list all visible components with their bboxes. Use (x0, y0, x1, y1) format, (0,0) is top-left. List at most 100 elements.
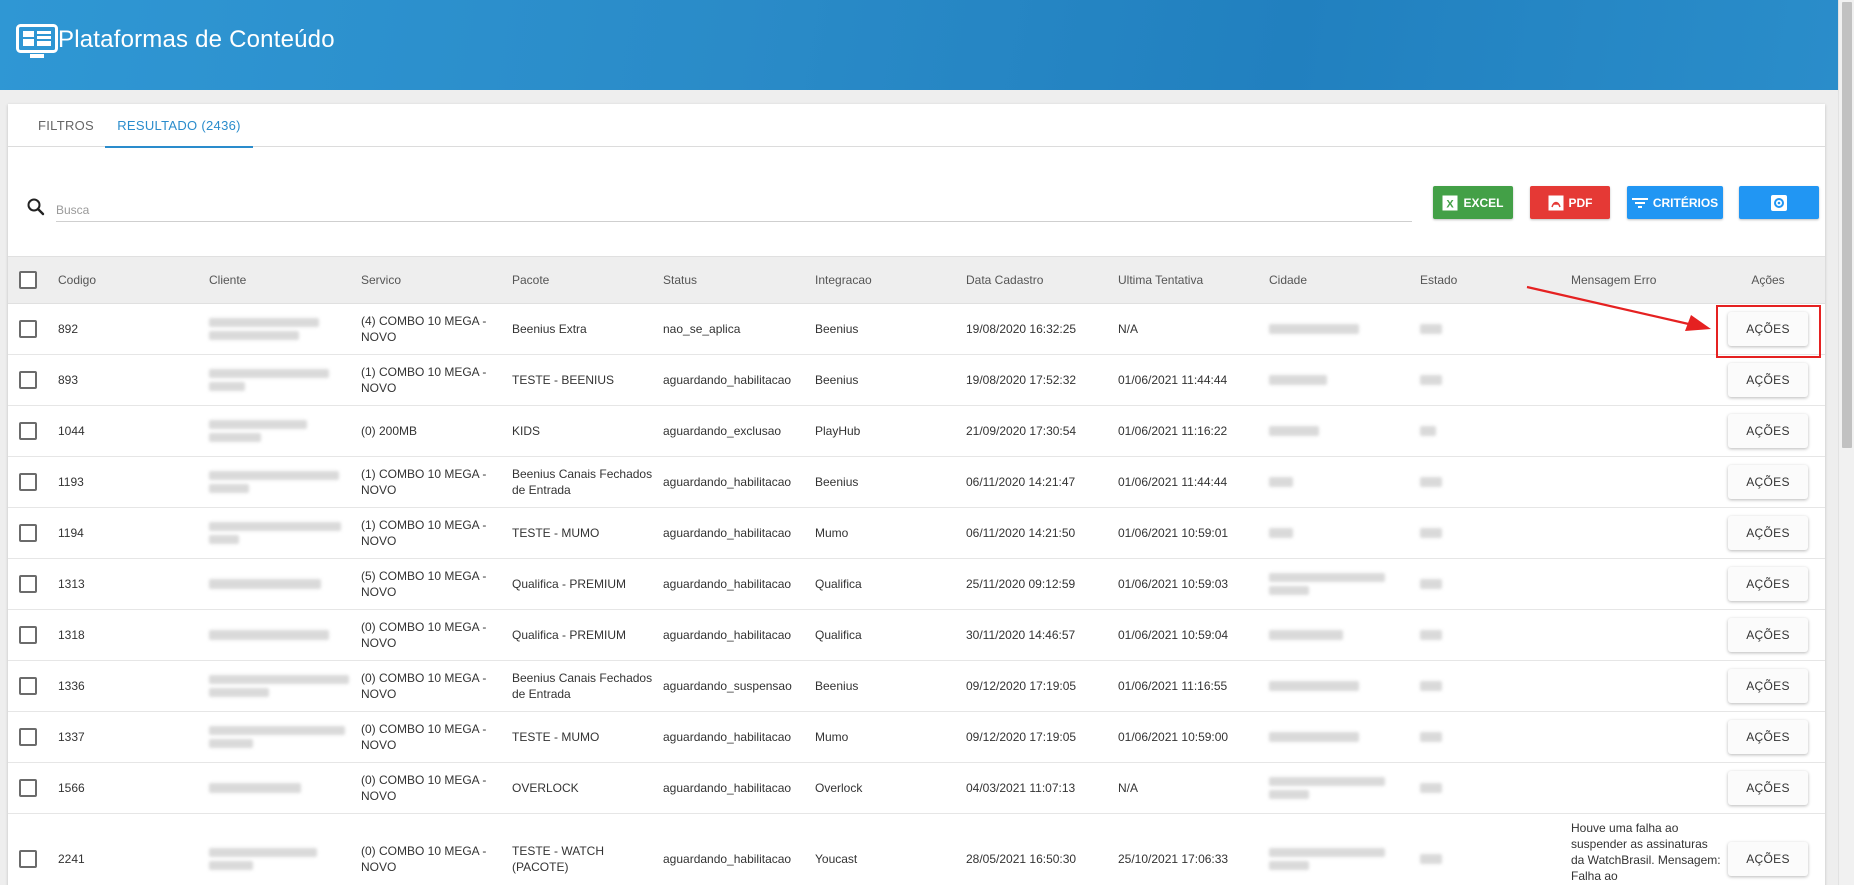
row-checkbox[interactable] (19, 473, 37, 491)
excel-label: EXCEL (1463, 195, 1504, 210)
cell-servico: (0) COMBO 10 MEGA - NOVO (361, 722, 487, 752)
search-input[interactable] (56, 198, 1412, 222)
row-checkbox-cell (16, 814, 40, 885)
cell-pacote: Qualifica - PREMIUM (512, 577, 627, 591)
column-header[interactable]: Estado (1420, 257, 1510, 303)
search-icon (27, 198, 45, 216)
cell-cidade-redacted (1269, 610, 1404, 660)
column-header[interactable]: Pacote (512, 257, 662, 303)
cell-status: aguardando_habilitacao (663, 628, 792, 642)
criterios-button[interactable]: CRITÉRIOS (1627, 186, 1723, 219)
row-checkbox[interactable] (19, 371, 37, 389)
cell-data-cadastro: 19/08/2020 16:32:25 (966, 322, 1077, 336)
row-checkbox-cell (16, 763, 40, 813)
column-header[interactable]: Status (663, 257, 813, 303)
acoes-button[interactable]: AÇÕES (1728, 414, 1808, 448)
cell-cliente-redacted (209, 406, 354, 456)
cell-estado-redacted (1420, 457, 1510, 507)
cell-codigo: 1044 (58, 424, 85, 438)
row-checkbox[interactable] (19, 626, 37, 644)
acoes-button[interactable]: AÇÕES (1728, 771, 1808, 805)
tab-filtros[interactable]: FILTROS (26, 104, 106, 147)
cell-ultima-tentativa: 01/06/2021 10:59:04 (1118, 628, 1229, 642)
results-table: Codigo Cliente Servico Pacote Status Int… (8, 256, 1825, 885)
cell-servico: (0) COMBO 10 MEGA - NOVO (361, 620, 487, 650)
table-row: 1194 (1) COMBO 10 MEGA - NOVO TESTE - MU… (8, 508, 1825, 559)
cell-status: aguardando_habilitacao (663, 526, 792, 540)
export-pdf-button[interactable]: PDF (1530, 186, 1610, 219)
cell-mensagem-erro: Houve uma falha ao suspender as assinatu… (1571, 821, 1721, 883)
cell-cidade-redacted (1269, 661, 1404, 711)
cell-data-cadastro: 06/11/2020 14:21:47 (966, 475, 1076, 489)
select-all-checkbox[interactable] (19, 271, 37, 289)
cell-data-cadastro: 04/03/2021 11:07:13 (966, 781, 1076, 795)
cell-integracao: Beenius (815, 373, 859, 387)
cell-ultima-tentativa: N/A (1118, 322, 1139, 336)
column-header[interactable]: Servico (361, 257, 491, 303)
acoes-button[interactable]: AÇÕES (1728, 516, 1808, 550)
excel-icon: X (1442, 195, 1458, 211)
tab-bar: FILTROS RESULTADO (2436) (8, 104, 1825, 148)
table-row: 1313 (5) COMBO 10 MEGA - NOVO Qualifica … (8, 559, 1825, 610)
cell-servico: (0) COMBO 10 MEGA - NOVO (361, 773, 487, 803)
cell-cliente-redacted (209, 661, 354, 711)
row-checkbox-cell (16, 559, 40, 609)
tab-resultado[interactable]: RESULTADO (2436) (105, 104, 253, 148)
row-checkbox[interactable] (19, 422, 37, 440)
column-header[interactable]: Cliente (209, 257, 354, 303)
cell-codigo: 1313 (58, 577, 85, 591)
cell-estado-redacted (1420, 814, 1510, 885)
row-checkbox[interactable] (19, 728, 37, 746)
export-excel-button[interactable]: X EXCEL (1433, 186, 1513, 219)
acoes-button[interactable]: AÇÕES (1728, 567, 1808, 601)
cell-status: aguardando_suspensao (663, 679, 792, 693)
column-header: Ações (1751, 273, 1785, 287)
table-row: 1193 (1) COMBO 10 MEGA - NOVO Beenius Ca… (8, 457, 1825, 508)
column-header[interactable]: Codigo (58, 257, 178, 303)
acoes-button[interactable]: AÇÕES (1728, 841, 1808, 876)
acoes-button[interactable]: AÇÕES (1728, 618, 1808, 652)
cell-integracao: Beenius (815, 322, 859, 336)
table-row: 1337 (0) COMBO 10 MEGA - NOVO TESTE - MU… (8, 712, 1825, 763)
cell-codigo: 1336 (58, 679, 85, 693)
row-checkbox[interactable] (19, 849, 37, 868)
scrollbar-thumb[interactable] (1842, 2, 1852, 448)
row-checkbox[interactable] (19, 524, 37, 542)
column-header[interactable]: Ultima Tentativa (1118, 257, 1263, 303)
pdf-label: PDF (1568, 195, 1593, 210)
row-checkbox[interactable] (19, 677, 37, 695)
cell-pacote: KIDS (512, 424, 541, 438)
cell-servico: (1) COMBO 10 MEGA - NOVO (361, 467, 487, 497)
column-header[interactable]: Integracao (815, 257, 955, 303)
cell-pacote: Qualifica - PREMIUM (512, 628, 627, 642)
table-row: 1318 (0) COMBO 10 MEGA - NOVO Qualifica … (8, 610, 1825, 661)
column-header[interactable]: Cidade (1269, 257, 1404, 303)
cell-codigo: 1318 (58, 628, 85, 642)
cell-pacote: TESTE - MUMO (512, 526, 600, 540)
gear-icon (1770, 194, 1788, 212)
cell-data-cadastro: 09/12/2020 17:19:05 (966, 679, 1077, 693)
acoes-button[interactable]: AÇÕES (1728, 465, 1808, 499)
cell-ultima-tentativa: 01/06/2021 10:59:00 (1118, 730, 1229, 744)
cell-data-cadastro: 06/11/2020 14:21:50 (966, 526, 1076, 540)
acoes-button[interactable]: AÇÕES (1728, 720, 1808, 754)
cell-cliente-redacted (209, 457, 354, 507)
page-scrollbar[interactable] (1838, 0, 1854, 885)
row-checkbox[interactable] (19, 320, 37, 338)
cell-integracao: Qualifica (815, 577, 862, 591)
cell-data-cadastro: 19/08/2020 17:52:32 (966, 373, 1077, 387)
row-checkbox[interactable] (19, 575, 37, 593)
row-checkbox-cell (16, 457, 40, 507)
row-checkbox[interactable] (19, 779, 37, 797)
acoes-button[interactable]: AÇÕES (1728, 363, 1808, 397)
cell-servico: (0) COMBO 10 MEGA - NOVO (361, 843, 487, 874)
cell-estado-redacted (1420, 406, 1510, 456)
cell-pacote: Beenius Canais Fechados de Entrada (512, 467, 653, 497)
column-header[interactable]: Data Cadastro (966, 257, 1111, 303)
page-title: Plataformas de Conteúdo (58, 26, 335, 53)
acoes-button[interactable]: AÇÕES (1728, 669, 1808, 703)
cell-ultima-tentativa: N/A (1118, 781, 1139, 795)
cell-mensagem-erro (1571, 763, 1721, 813)
settings-button[interactable] (1739, 186, 1819, 219)
cell-ultima-tentativa: 01/06/2021 11:44:44 (1118, 373, 1228, 387)
